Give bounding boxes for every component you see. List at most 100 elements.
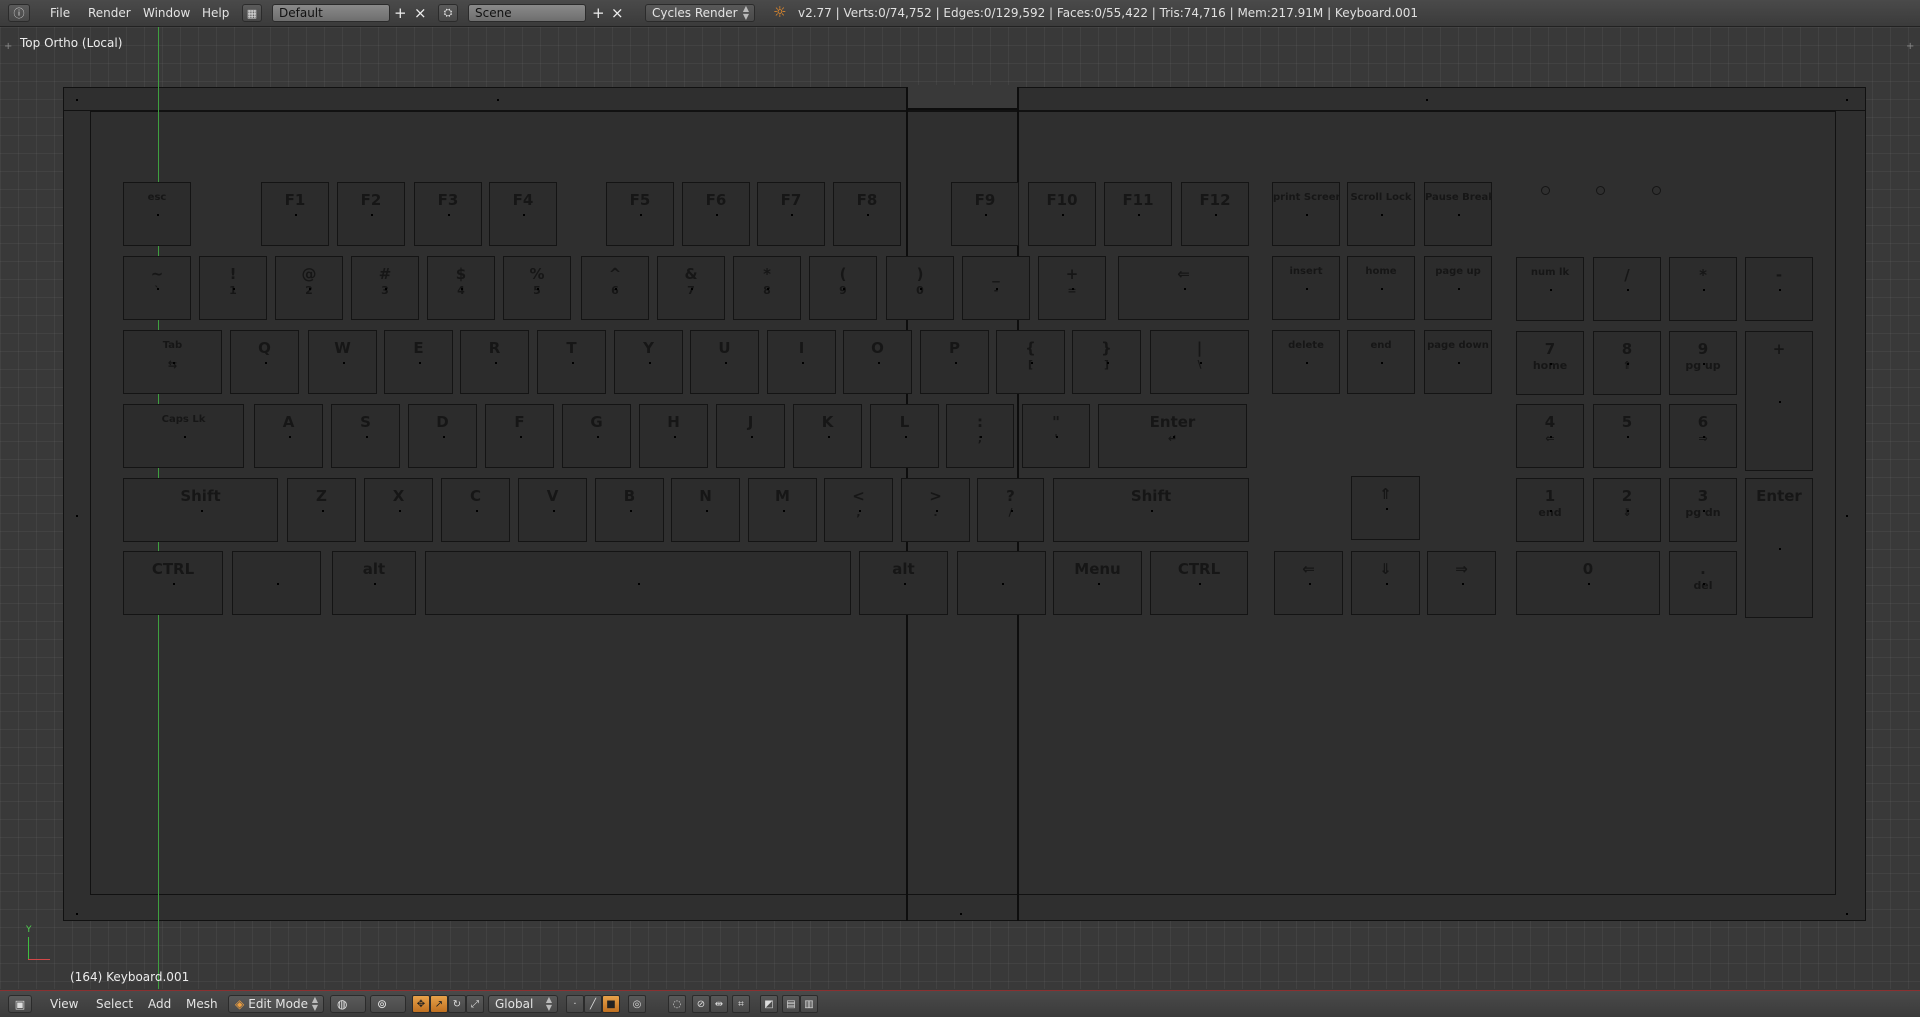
- keycap-center-vertex: [288, 436, 291, 438]
- keycap-center-vertex: [1779, 401, 1781, 403]
- opengl-animation-icon[interactable]: ▤: [782, 995, 800, 1013]
- keycap: + =: [1038, 256, 1106, 320]
- keycap-legend: F6: [705, 191, 727, 209]
- keycap-sub-legend: ,: [856, 506, 861, 519]
- screen-layout-field[interactable]: Default: [272, 4, 390, 22]
- keycap: alt: [859, 551, 948, 615]
- keycap: R: [460, 330, 529, 394]
- keycap-sub-legend: /: [1008, 506, 1013, 519]
- menu-help[interactable]: Help: [202, 6, 229, 20]
- keycap-legend: /: [1624, 266, 1630, 284]
- render-button-icon[interactable]: ▥: [800, 995, 818, 1013]
- scene-field[interactable]: Scene: [468, 4, 586, 22]
- keycap-legend: &: [684, 265, 698, 283]
- keycap: Tab ⇆: [123, 330, 222, 394]
- remove-screen-icon[interactable]: ×: [414, 5, 427, 21]
- corner-plus-icon[interactable]: +: [4, 41, 12, 52]
- keycap-center-vertex: [1381, 362, 1383, 364]
- editor-type-cube-icon[interactable]: ▣: [8, 995, 32, 1013]
- keycap-center-vertex: [1138, 214, 1140, 216]
- keycap: num lk: [1516, 257, 1584, 321]
- transform-orientation-dropdown[interactable]: Global ▲ ▼: [488, 995, 558, 1013]
- keycap: ⇐: [1118, 256, 1249, 320]
- menu-add[interactable]: Add: [148, 997, 171, 1011]
- mode-dropdown[interactable]: ◈ Edit Mode ▲ ▼: [228, 995, 324, 1013]
- manipulator-toggle-icon[interactable]: ✥: [412, 995, 430, 1013]
- keycap-sub-legend: 1: [229, 284, 237, 297]
- opengl-render-icon[interactable]: ◩: [760, 995, 778, 1013]
- face-select-icon[interactable]: ■: [602, 995, 620, 1013]
- snap-target-icon[interactable]: ⌗: [732, 995, 750, 1013]
- mode-label: Edit Mode: [248, 997, 308, 1011]
- keycap-center-vertex: [519, 436, 522, 438]
- keycap-center-vertex: [1703, 436, 1705, 438]
- keycap-legend: F10: [1046, 191, 1078, 209]
- render-engine-dropdown[interactable]: Cycles Render ▲ ▼: [645, 4, 755, 22]
- scene-icon[interactable]: ⛭: [438, 4, 458, 22]
- keycap-center-vertex: [640, 214, 642, 216]
- keycap-legend: ⇓: [1379, 560, 1392, 578]
- rotate-manipulator-icon[interactable]: ↻: [448, 995, 466, 1013]
- keycap: Q: [230, 330, 299, 394]
- keycap-center-vertex: [648, 362, 651, 364]
- keycap-center-vertex: [1183, 288, 1186, 290]
- remove-scene-icon[interactable]: ×: [611, 5, 624, 21]
- screen-layout-icon[interactable]: ▦: [242, 4, 262, 22]
- keycap-sub-legend: pg up: [1685, 359, 1721, 372]
- snap-element-icon[interactable]: ⇹: [710, 995, 728, 1013]
- keycap-sub-legend: ⇒: [1698, 432, 1708, 445]
- keycap: ~ `: [123, 256, 191, 320]
- axis-y-label: Y: [26, 925, 32, 935]
- scale-manipulator-icon[interactable]: ⤢: [466, 995, 484, 1013]
- translate-manipulator-icon[interactable]: ↗: [430, 995, 448, 1013]
- add-screen-icon[interactable]: +: [394, 5, 407, 21]
- proportional-edit-icon[interactable]: ◌: [668, 995, 686, 1013]
- keycap: D: [408, 404, 477, 468]
- keycap: Menu: [1053, 551, 1142, 615]
- keycap-sub-legend: 7: [687, 284, 695, 297]
- keycap: {[: [996, 330, 1065, 394]
- keycap-center-vertex: [374, 583, 376, 585]
- limit-selection-icon[interactable]: ◎: [628, 995, 646, 1013]
- snap-toggle-icon[interactable]: ⊘: [692, 995, 710, 1013]
- keycap-legend: home: [1365, 266, 1397, 277]
- vertex-select-icon[interactable]: ·: [566, 995, 584, 1013]
- keycap-legend: L: [899, 413, 910, 431]
- keycap: F5: [606, 182, 674, 246]
- keycap-sub-legend: ⇓: [1622, 506, 1632, 519]
- keycap-center-vertex: [615, 288, 617, 290]
- menu-file[interactable]: File: [50, 6, 70, 20]
- keycap-center-vertex: [1151, 510, 1153, 512]
- keycap: CTRL: [123, 551, 223, 615]
- menu-select[interactable]: Select: [96, 997, 133, 1011]
- keycap-legend: F9: [974, 191, 996, 209]
- keycap-center-vertex: [1306, 362, 1308, 364]
- menu-mesh[interactable]: Mesh: [186, 997, 218, 1011]
- keycap-center-vertex: [629, 510, 632, 512]
- keycap: 2 ⇓: [1593, 478, 1661, 542]
- keycap-center-vertex: [954, 362, 957, 364]
- keycap-center-vertex: [1306, 214, 1308, 216]
- corner-plus-icon[interactable]: +: [1906, 41, 1914, 52]
- menu-window[interactable]: Window: [143, 6, 190, 20]
- keycap-legend: B: [623, 487, 636, 505]
- keycap: V: [518, 478, 587, 542]
- keycap-center-vertex: [461, 288, 463, 290]
- keycap: A: [254, 404, 323, 468]
- keycap: 9 pg up: [1669, 331, 1737, 395]
- keycap-center-vertex: [571, 362, 574, 364]
- pivot-point-dropdown[interactable]: ⊚: [370, 995, 406, 1013]
- keycap-legend: F4: [512, 191, 534, 209]
- viewport-shading-dropdown[interactable]: ◍: [330, 995, 366, 1013]
- edge-select-icon[interactable]: ╱: [584, 995, 602, 1013]
- info-editor-type-icon[interactable]: ⓘ: [8, 4, 30, 22]
- keycap: }]: [1072, 330, 1141, 394]
- keycap-center-vertex: [1001, 583, 1004, 585]
- keycap-legend: ^: [608, 265, 622, 283]
- menu-view[interactable]: View: [50, 997, 78, 1011]
- 3d-viewport[interactable]: Top Ortho (Local) + + esc F1 F2 F3 F4 F5 F6 F7 F…: [0, 27, 1920, 989]
- keycap-center-vertex: [233, 288, 235, 290]
- add-scene-icon[interactable]: +: [592, 5, 605, 21]
- keycap-legend: print Screen SysRq: [1273, 192, 1340, 203]
- menu-render[interactable]: Render: [88, 6, 131, 20]
